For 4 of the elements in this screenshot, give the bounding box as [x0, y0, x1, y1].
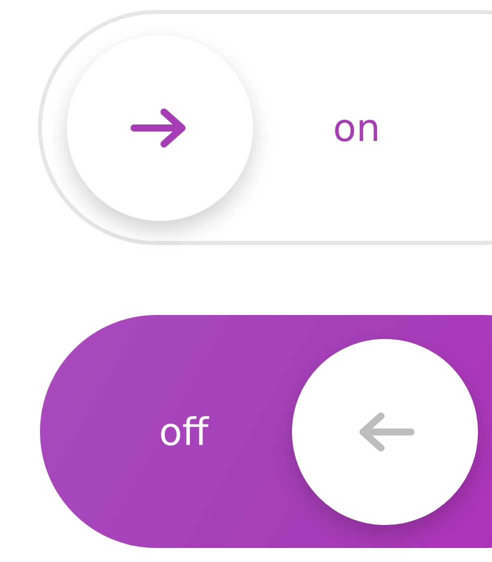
toggle-label: off [159, 410, 208, 454]
toggle-switch[interactable]: on [38, 10, 492, 245]
toggle-switch[interactable]: off [40, 315, 492, 548]
toggle-label: on [333, 106, 380, 150]
